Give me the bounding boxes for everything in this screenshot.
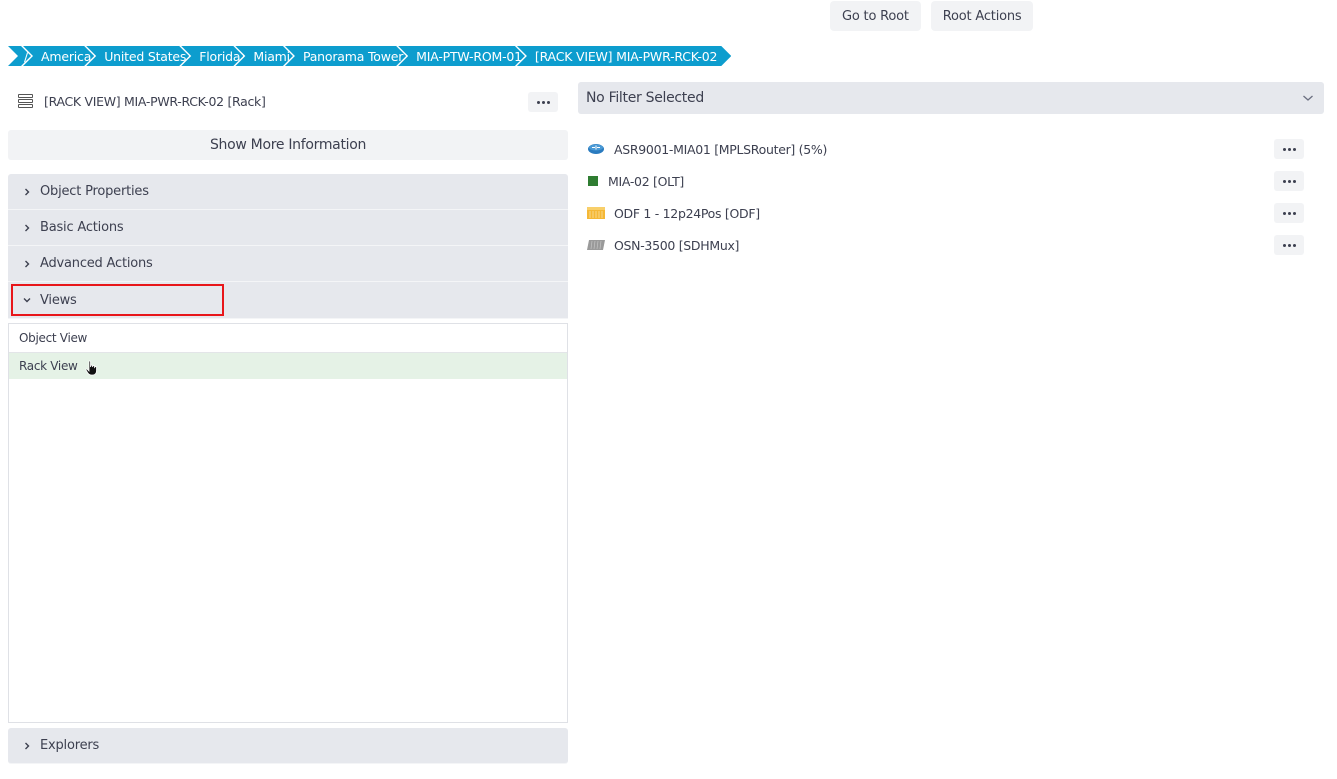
router-icon xyxy=(588,144,604,154)
device-row[interactable]: ODF 1 - 12p24Pos [ODF] xyxy=(578,197,1324,229)
view-item-label: Rack View xyxy=(19,359,78,373)
breadcrumb-item-united-states[interactable]: United States xyxy=(86,46,189,66)
accordion-views[interactable]: Views xyxy=(8,282,568,319)
device-more-button[interactable] xyxy=(1274,171,1304,191)
breadcrumb-item-panorama-tower[interactable]: Panorama Tower xyxy=(285,46,406,66)
object-header: [RACK VIEW] MIA-PWR-RCK-02 [Rack] xyxy=(8,84,568,118)
breadcrumb-item-miami[interactable]: Miami xyxy=(235,46,293,66)
device-more-button[interactable] xyxy=(1274,235,1304,255)
device-row[interactable]: MIA-02 [OLT] xyxy=(578,165,1324,197)
chevron-right-icon xyxy=(20,188,34,196)
view-item-rack-view[interactable]: Rack View xyxy=(9,353,567,379)
highlight-box xyxy=(11,284,224,316)
accordion-advanced-actions[interactable]: Advanced Actions xyxy=(8,246,568,282)
accordion-label: Object Properties xyxy=(40,184,149,199)
accordion-basic-actions[interactable]: Basic Actions xyxy=(8,210,568,246)
views-list: Object View Rack View xyxy=(8,323,568,723)
root-actions-button[interactable]: Root Actions xyxy=(930,1,1034,31)
odf-icon xyxy=(587,207,605,219)
accordion-label: Basic Actions xyxy=(40,220,124,235)
device-name: OSN-3500 [SDHMux] xyxy=(614,237,740,253)
hand-cursor-icon xyxy=(85,360,97,376)
accordion: Object Properties Basic Actions Advanced… xyxy=(8,174,568,764)
chevron-right-icon xyxy=(20,742,34,750)
breadcrumb-label: Miami xyxy=(253,48,290,64)
accordion-object-properties[interactable]: Object Properties xyxy=(8,174,568,210)
view-item-label: Object View xyxy=(19,331,88,345)
breadcrumb-label: America xyxy=(41,48,92,64)
olt-icon xyxy=(588,176,598,186)
go-to-root-button[interactable]: Go to Root xyxy=(830,1,921,31)
root-actions: Go to Root Root Actions xyxy=(830,1,1034,31)
device-name: ASR9001-MIA01 [MPLSRouter] (5%) xyxy=(614,141,828,157)
sdhmux-icon xyxy=(587,240,605,250)
accordion-label: Advanced Actions xyxy=(40,256,153,271)
accordion-explorers[interactable]: Explorers xyxy=(8,728,568,764)
chevron-right-icon xyxy=(20,260,34,268)
breadcrumb-label: [RACK VIEW] MIA-PWR-RCK-02 xyxy=(534,48,718,64)
device-name: MIA-02 [OLT] xyxy=(608,173,685,189)
view-item-object-view[interactable]: Object View xyxy=(9,324,567,353)
breadcrumb-item-room[interactable]: MIA-PTW-ROM-01 xyxy=(398,46,525,66)
left-panel: [RACK VIEW] MIA-PWR-RCK-02 [Rack] Show M… xyxy=(8,84,568,764)
device-more-button[interactable] xyxy=(1274,203,1304,223)
rack-icon xyxy=(18,94,33,108)
filter-selected-value: No Filter Selected xyxy=(586,90,704,106)
breadcrumb-label: Florida xyxy=(199,48,241,64)
chevron-right-icon xyxy=(20,224,34,232)
breadcrumb-item-america[interactable]: America xyxy=(23,46,94,66)
object-title: [RACK VIEW] MIA-PWR-RCK-02 [Rack] xyxy=(44,93,266,109)
breadcrumb-label: United States xyxy=(104,48,187,64)
device-row[interactable]: ASR9001-MIA01 [MPLSRouter] (5%) xyxy=(578,133,1324,165)
breadcrumb: / America United States Florida Miami Pa… xyxy=(8,46,731,66)
breadcrumb-label: Panorama Tower xyxy=(302,48,404,64)
show-more-information-button[interactable]: Show More Information xyxy=(8,130,568,160)
breadcrumb-label: / xyxy=(24,48,29,64)
accordion-label: Explorers xyxy=(40,738,100,753)
chevron-down-icon xyxy=(1303,95,1313,101)
breadcrumb-item-rack-view[interactable]: [RACK VIEW] MIA-PWR-RCK-02 xyxy=(517,46,731,66)
device-more-button[interactable] xyxy=(1274,139,1304,159)
breadcrumb-label: MIA-PTW-ROM-01 xyxy=(416,48,522,64)
device-row[interactable]: OSN-3500 [SDHMux] xyxy=(578,229,1324,261)
object-more-button[interactable] xyxy=(528,92,558,112)
device-list: ASR9001-MIA01 [MPLSRouter] (5%) MIA-02 [… xyxy=(578,133,1324,261)
breadcrumb-item-florida[interactable]: Florida xyxy=(181,46,243,66)
filter-select[interactable]: No Filter Selected xyxy=(578,82,1324,114)
device-name: ODF 1 - 12p24Pos [ODF] xyxy=(614,205,760,221)
